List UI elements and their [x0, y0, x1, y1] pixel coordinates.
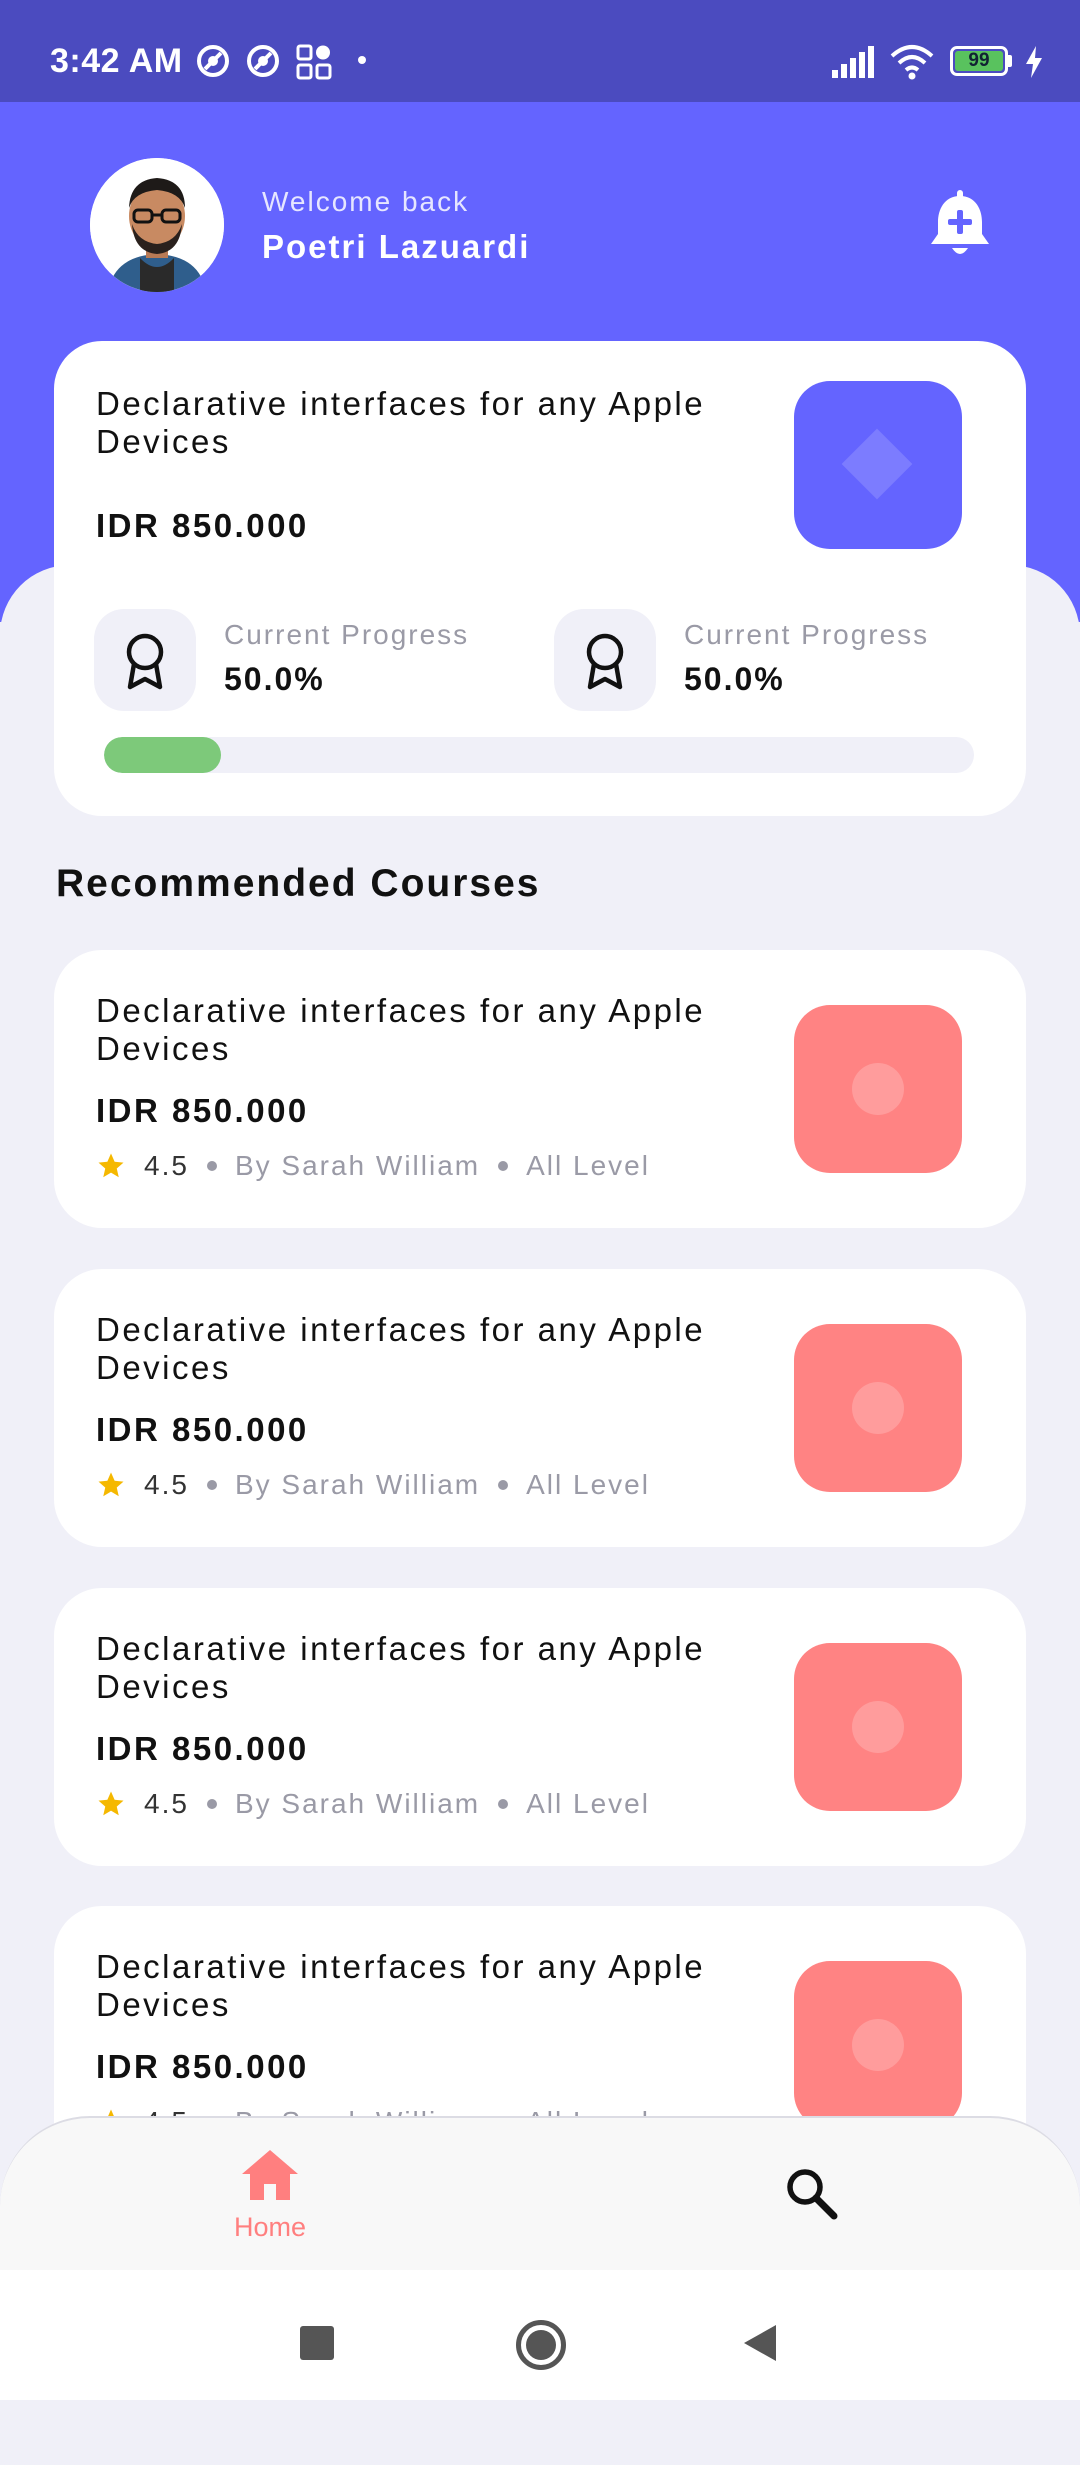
user-name: Poetri Lazuardi: [262, 228, 531, 265]
course-title: Declarative interfaces for any Apple Dev…: [96, 992, 706, 1067]
progress-item-2-icon-box: [554, 609, 656, 711]
circle-shape: [852, 1063, 904, 1115]
status-time: 3:42 AM: [50, 42, 183, 80]
diamond-shape: [841, 428, 913, 500]
course-price: IDR 850.000: [96, 1411, 309, 1448]
circle-shape: [852, 1701, 904, 1753]
course-price: IDR 850.000: [96, 2048, 309, 2085]
battery-tip: [1008, 55, 1012, 67]
no-disturb-icon: [197, 45, 229, 77]
course-author: By Sarah William: [234, 1150, 481, 1181]
notification-dot-icon: [358, 56, 366, 64]
charging-icon: [1026, 46, 1042, 78]
course-level: All Level: [526, 1788, 650, 1819]
course-thumbnail: [794, 1324, 962, 1492]
avatar[interactable]: [90, 158, 224, 292]
separator-dot: [498, 1799, 509, 1809]
no-disturb-icon: [247, 45, 279, 77]
course-meta: 4.5 By Sarah William All Level: [96, 1788, 650, 1820]
progress-item-1-label: Current Progress: [224, 619, 470, 650]
progress-item-2-label: Current Progress: [684, 619, 930, 650]
circle-shape: [852, 2019, 904, 2071]
separator-dot: [498, 1161, 509, 1171]
course-author: By Sarah William: [234, 1788, 481, 1819]
course-thumbnail: [794, 1005, 962, 1173]
featured-course-title: Declarative interfaces for any Apple Dev…: [96, 385, 706, 460]
separator-dot: [498, 1480, 509, 1490]
course-title: Declarative interfaces for any Apple Dev…: [96, 1948, 706, 2023]
course-card[interactable]: Declarative interfaces for any Apple Dev…: [54, 950, 1026, 1228]
progress-bar: [104, 737, 974, 773]
welcome-text: Welcome back: [262, 186, 470, 217]
separator-dot: [206, 1799, 217, 1809]
home-icon: [242, 2150, 298, 2200]
course-price: IDR 850.000: [96, 1092, 309, 1129]
course-rating: 4.5: [144, 1150, 189, 1181]
system-navigation-bar: [0, 2270, 1080, 2400]
featured-course-thumbnail: [794, 381, 962, 549]
status-bar: 3:42 AM 99: [0, 0, 1080, 102]
featured-course-price: IDR 850.000: [96, 507, 309, 544]
award-ribbon-icon: [586, 633, 624, 690]
course-title: Declarative interfaces for any Apple Dev…: [96, 1311, 706, 1386]
wifi-icon: [890, 45, 934, 80]
add-notification-bell-icon[interactable]: [928, 190, 992, 260]
course-rating: 4.5: [144, 1788, 189, 1819]
nav-home[interactable]: [198, 2118, 342, 2268]
course-rating: 4.5: [144, 1469, 189, 1500]
progress-item-2-value: 50.0%: [684, 661, 785, 697]
bottom-navigation: Home: [0, 2116, 1080, 2270]
award-ribbon-icon: [126, 633, 164, 690]
battery-icon: 99: [950, 46, 1008, 76]
circle-shape: [852, 1382, 904, 1434]
search-icon[interactable]: [784, 2166, 838, 2220]
progress-bar-fill: [104, 737, 222, 773]
star-icon: [98, 1153, 124, 1178]
star-icon: [98, 1472, 124, 1497]
course-price: IDR 850.000: [96, 1730, 309, 1767]
course-thumbnail: [794, 1643, 962, 1811]
course-level: All Level: [526, 1469, 650, 1500]
featured-course-card[interactable]: Declarative interfaces for any Apple Dev…: [54, 341, 1026, 816]
separator-dot: [206, 1161, 217, 1171]
separator-dot: [206, 1480, 217, 1490]
course-card[interactable]: Declarative interfaces for any Apple Dev…: [54, 1269, 1026, 1547]
course-card[interactable]: Declarative interfaces for any Apple Dev…: [54, 1588, 1026, 1866]
grid-apps-icon: [296, 44, 332, 80]
signal-icon: [832, 46, 874, 78]
nav-home-label[interactable]: Home: [198, 2212, 342, 2243]
course-meta: 4.5 By Sarah William All Level: [96, 1150, 650, 1182]
course-meta: 4.5 By Sarah William All Level: [96, 1469, 650, 1501]
section-title: Recommended Courses: [56, 862, 541, 905]
progress-item-1-value: 50.0%: [224, 661, 325, 697]
recent-apps-icon[interactable]: [300, 2326, 334, 2360]
battery-level: 99: [968, 50, 990, 71]
course-title: Declarative interfaces for any Apple Dev…: [96, 1630, 706, 1705]
course-level: All Level: [526, 1150, 650, 1181]
star-icon: [98, 1791, 124, 1816]
course-author: By Sarah William: [234, 1469, 481, 1500]
back-triangle-icon[interactable]: [742, 2323, 778, 2363]
home-circle-icon[interactable]: [516, 2320, 566, 2370]
progress-item-1-icon-box: [94, 609, 196, 711]
course-thumbnail: [794, 1961, 962, 2129]
user-portrait: [90, 158, 224, 292]
